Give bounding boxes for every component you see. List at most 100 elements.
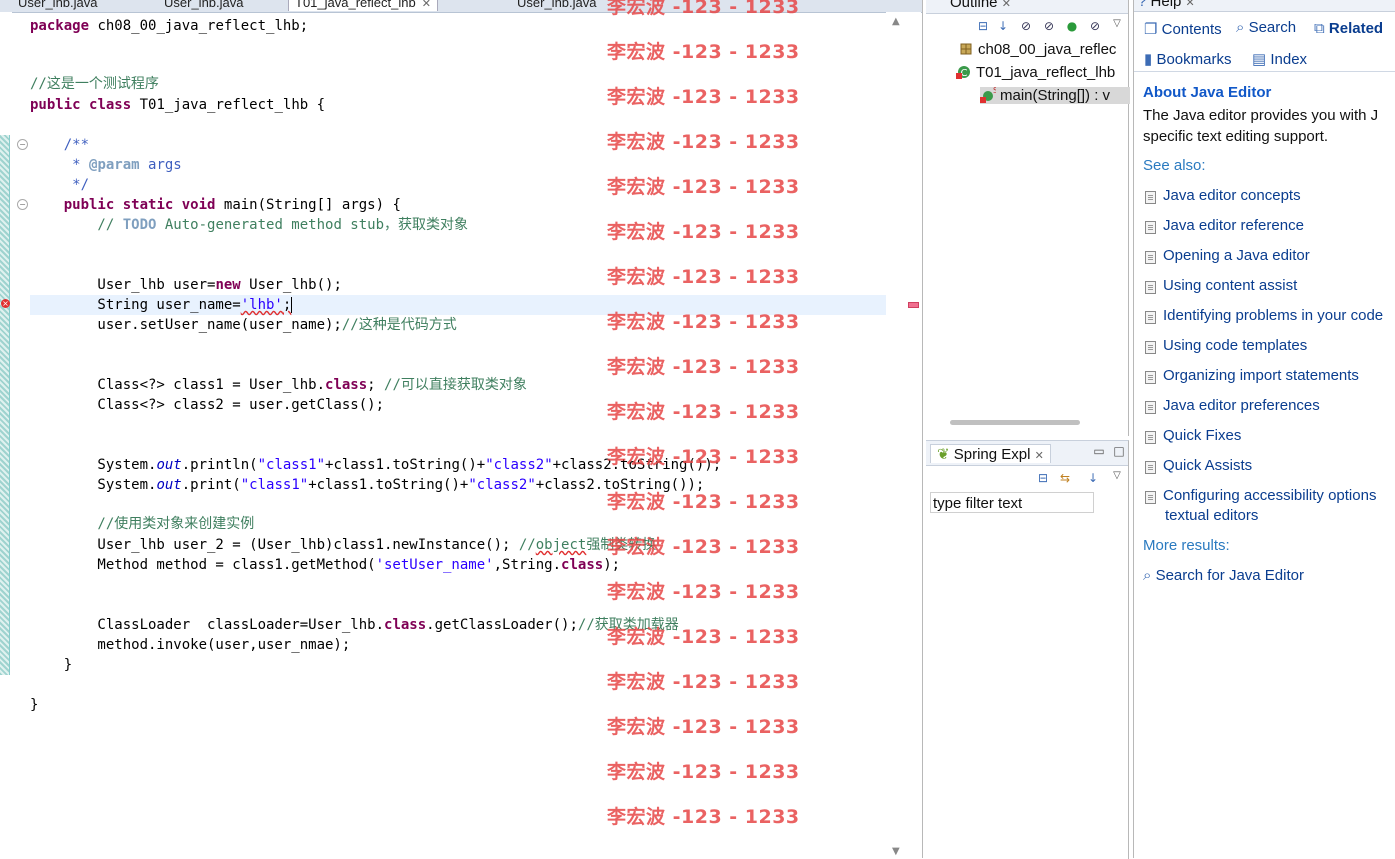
maximize-icon[interactable]: □ (1112, 444, 1126, 458)
watermark: 李宏波 -123 - 1233 (607, 806, 800, 828)
code-line: ClassLoader classLoader=User_lhb.class.g… (30, 617, 679, 633)
document-icon (1145, 251, 1156, 264)
help-link[interactable]: Quick Assists (1163, 457, 1252, 474)
text-cursor (291, 297, 293, 313)
hide-local-types-icon[interactable]: ⊘ (1088, 19, 1102, 33)
horizontal-scrollbar[interactable] (950, 420, 1080, 425)
divider (1134, 71, 1395, 72)
help-link[interactable]: Java editor preferences (1163, 397, 1320, 414)
outline-method-main[interactable]: Smain(String[]) : v (980, 86, 1131, 104)
code-line: * @param args (30, 157, 182, 173)
help-bookmarks-link[interactable]: ▮ Bookmarks (1144, 50, 1231, 68)
tab-spring-explorer[interactable]: ❦ Spring Expl ✕ (930, 444, 1051, 463)
watermark: 李宏波 -123 - 1233 (607, 401, 800, 423)
code-line: public class T01_java_reflect_lhb { (30, 97, 326, 113)
tab-user-lhb-3[interactable]: User_lhb.java (517, 0, 597, 11)
tab-label: User_lhb.java (18, 0, 98, 10)
help-link-continuation[interactable]: textual editors (1165, 507, 1258, 524)
watermark: 李宏波 -123 - 1233 (607, 716, 800, 738)
document-icon (1145, 491, 1156, 504)
error-annotation-marker[interactable] (908, 302, 919, 308)
outline-class[interactable]: C T01_java_reflect_lhb (956, 64, 1115, 81)
watermark: 李宏波 -123 - 1233 (607, 761, 800, 783)
related-topics-icon: ⧉ (1314, 20, 1325, 37)
scroll-up-icon[interactable]: ▲ (892, 16, 900, 27)
search-icon: ⌕ (1236, 19, 1245, 36)
sort-icon[interactable]: ↓ (1086, 471, 1100, 485)
code-line: //这是一个测试程序 (30, 76, 159, 92)
watermark: 李宏波 -123 - 1233 (607, 176, 800, 198)
document-icon (1145, 191, 1156, 204)
outline-package[interactable]: ch08_00_java_reflec (958, 41, 1116, 58)
close-icon[interactable]: ✕ (1186, 0, 1195, 9)
document-icon (1145, 341, 1156, 354)
search-icon: ⌕ (1143, 567, 1152, 584)
tab-help[interactable]: ? Help ✕ (1138, 0, 1195, 10)
help-search-link[interactable]: ⌕ Search (1236, 19, 1296, 36)
help-index-link[interactable]: ▤ Index (1252, 50, 1307, 68)
fold-collapse-icon[interactable]: − (17, 199, 28, 210)
hide-fields-icon[interactable]: ⊘ (1019, 19, 1033, 33)
help-link[interactable]: Configuring accessibility options (1163, 487, 1376, 504)
spring-tab-bar: ❦ Spring Expl ✕ ▭ □ (926, 441, 1128, 466)
help-link[interactable]: Using content assist (1163, 277, 1297, 294)
help-link[interactable]: Opening a Java editor (1163, 247, 1310, 264)
tab-user-lhb-1[interactable]: User_lhb.java (18, 0, 98, 11)
see-also-label: See also: (1143, 157, 1206, 174)
collapse-all-icon[interactable]: ⊟ (1036, 471, 1050, 485)
code-line: User_lhb user_2 = (User_lhb)class1.newIn… (30, 537, 657, 553)
tab-user-lhb-2[interactable]: User_lhb.java (164, 0, 244, 11)
tab-outline[interactable]: Outline ✕ (950, 0, 1011, 11)
fold-collapse-icon[interactable]: − (17, 139, 28, 150)
watermark: 李宏波 -123 - 1233 (607, 266, 800, 288)
view-menu-icon[interactable]: ▽ (1110, 469, 1124, 483)
hide-static-icon[interactable]: ⊘ (1042, 19, 1056, 33)
help-link[interactable]: Java editor concepts (1163, 187, 1301, 204)
scroll-down-icon[interactable]: ▼ (892, 846, 900, 857)
watermark: 李宏波 -123 - 1233 (607, 41, 800, 63)
help-link[interactable]: Java editor reference (1163, 217, 1304, 234)
help-link[interactable]: Identifying problems in your code (1163, 307, 1383, 324)
help-link[interactable]: Using code templates (1163, 337, 1307, 354)
hide-nonpublic-icon[interactable]: ● (1065, 19, 1079, 33)
code-line: method.invoke(user,user_nmae); (30, 637, 351, 653)
document-icon (1145, 461, 1156, 474)
document-icon (1145, 371, 1156, 384)
bookmarks-icon: ▮ (1144, 51, 1153, 68)
help-related-link[interactable]: ⧉ Related (1314, 20, 1383, 37)
code-line: // TODO Auto-generated method stub，获取类对象 (30, 217, 469, 233)
watermark: 李宏波 -123 - 1233 (607, 581, 800, 603)
package-icon (958, 41, 974, 57)
more-results-label: More results: (1143, 537, 1230, 554)
close-icon[interactable]: ✕ (1002, 0, 1011, 10)
close-icon[interactable]: ✕ (422, 0, 431, 10)
overview-ruler[interactable]: ▲ ▼ (886, 12, 921, 858)
code-line: //使用类对象来创建实例 (30, 516, 255, 532)
collapse-all-icon[interactable]: ⊟ (976, 19, 990, 33)
method-icon: S (980, 86, 998, 103)
tab-t01-java-reflect-lhb[interactable]: T01_java_reflect_lhb ✕ (288, 0, 438, 11)
help-tab-bar: ? Help ✕ (1134, 0, 1395, 12)
quick-diff-bar (0, 135, 10, 675)
error-icon[interactable]: × (1, 299, 10, 308)
link-with-editor-icon[interactable]: ⇆ (1058, 471, 1072, 485)
watermark: 李宏波 -123 - 1233 (607, 86, 800, 108)
code-line: } (30, 697, 39, 713)
watermark: 李宏波 -123 - 1233 (607, 221, 800, 243)
help-contents-link[interactable]: ❐ Contents (1144, 20, 1222, 38)
minimize-icon[interactable]: ▭ (1092, 444, 1106, 458)
search-for-link[interactable]: ⌕ Search for Java Editor (1143, 567, 1304, 584)
document-icon (1145, 401, 1156, 414)
filter-input[interactable]: type filter text (930, 492, 1094, 513)
help-view: ? Help ✕ ❐ Contents ⌕ Search ⧉ Related ▮… (1133, 0, 1395, 858)
tab-label: User_lhb.java (517, 0, 597, 10)
view-menu-icon[interactable]: ▽ (1110, 17, 1124, 31)
help-link[interactable]: Quick Fixes (1163, 427, 1241, 444)
help-link[interactable]: Organizing import statements (1163, 367, 1359, 384)
watermark: 李宏波 -123 - 1233 (607, 356, 800, 378)
sort-icon[interactable]: ↓ (996, 19, 1010, 33)
tab-label: T01_java_reflect_lhb (295, 0, 416, 10)
tab-label: User_lhb.java (164, 0, 244, 10)
close-icon[interactable]: ✕ (1035, 450, 1044, 462)
help-description: The Java editor provides you with J (1143, 107, 1379, 124)
